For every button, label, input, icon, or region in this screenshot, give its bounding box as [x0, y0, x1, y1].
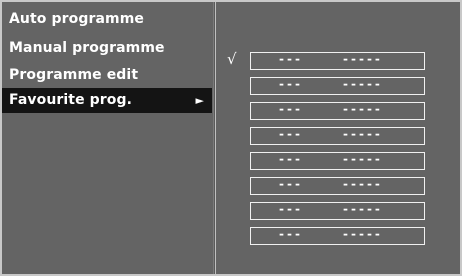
programme-number: ---	[279, 152, 303, 166]
menu-item-favourite-prog[interactable]: Favourite prog. ►	[2, 88, 212, 113]
programme-name: -----	[343, 102, 383, 116]
favourite-slot-5[interactable]: --- -----	[250, 152, 425, 170]
menu-item-label: Manual programme	[9, 40, 165, 56]
programme-number: ---	[279, 127, 303, 141]
menu-item-label: Favourite prog.	[9, 92, 133, 108]
submenu-arrow-icon: ►	[195, 94, 204, 107]
favourite-slot-1[interactable]: --- -----	[250, 52, 425, 70]
main-menu: Auto programme Manual programme Programm…	[2, 2, 214, 274]
menu-item-label: Auto programme	[9, 11, 144, 27]
favourite-slot-2[interactable]: --- -----	[250, 77, 425, 95]
check-mark-icon: √	[227, 50, 237, 68]
programme-name: -----	[343, 227, 383, 241]
menu-item-manual-programme[interactable]: Manual programme	[2, 36, 212, 61]
favourite-programme-list: √ --- ----- --- ----- --- ----- --- ----…	[216, 2, 460, 274]
favourite-slot-6[interactable]: --- -----	[250, 177, 425, 195]
favourite-slot-4[interactable]: --- -----	[250, 127, 425, 145]
programme-name: -----	[343, 77, 383, 91]
menu-item-auto-programme[interactable]: Auto programme	[2, 7, 212, 32]
programme-number: ---	[279, 52, 303, 66]
menu-item-label: Programme edit	[9, 67, 139, 83]
programme-name: -----	[343, 177, 383, 191]
osd-menu-window: Auto programme Manual programme Programm…	[0, 0, 462, 276]
programme-name: -----	[343, 127, 383, 141]
programme-number: ---	[279, 227, 303, 241]
programme-number: ---	[279, 177, 303, 191]
programme-number: ---	[279, 102, 303, 116]
programme-number: ---	[279, 77, 303, 91]
programme-number: ---	[279, 202, 303, 216]
programme-name: -----	[343, 152, 383, 166]
favourite-slot-7[interactable]: --- -----	[250, 202, 425, 220]
favourite-slot-8[interactable]: --- -----	[250, 227, 425, 245]
programme-name: -----	[343, 52, 383, 66]
menu-item-programme-edit[interactable]: Programme edit	[2, 63, 212, 88]
programme-name: -----	[343, 202, 383, 216]
favourite-slot-3[interactable]: --- -----	[250, 102, 425, 120]
